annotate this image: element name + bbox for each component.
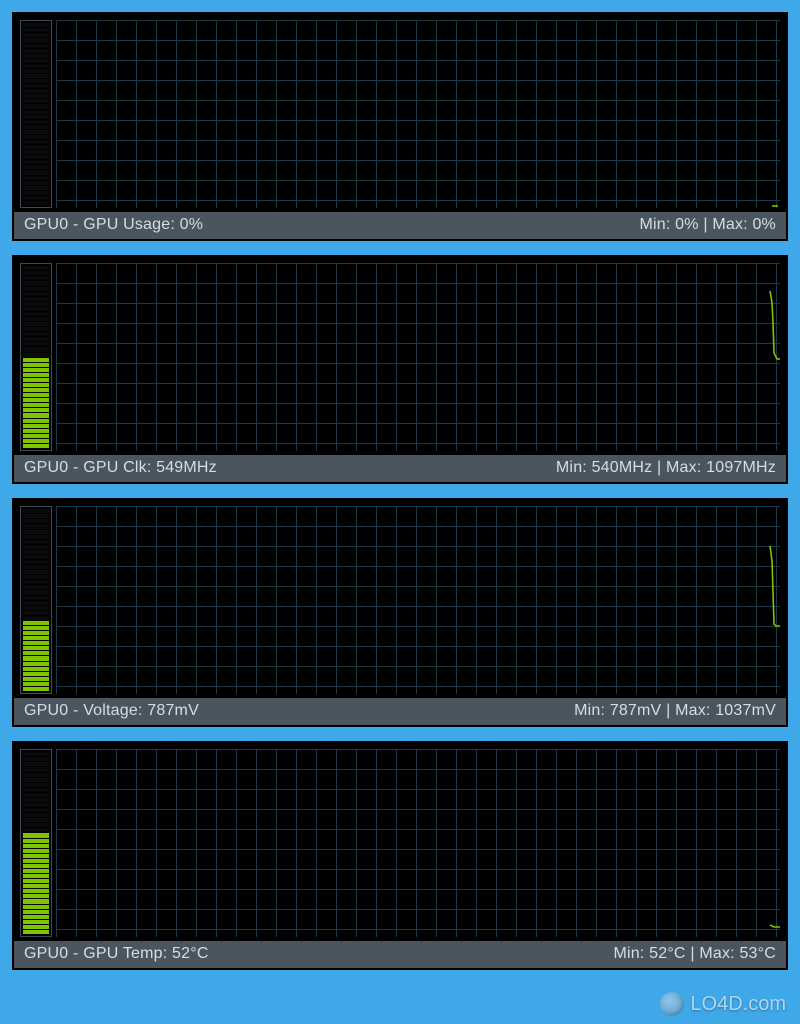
vu-meter: [20, 506, 52, 694]
status-label-right: Min: 0% | Max: 0%: [640, 216, 777, 234]
metric-panel-gpu-usage: GPU0 - GPU Usage: 0% Min: 0% | Max: 0%: [12, 12, 788, 241]
metric-panel-gpu-voltage: GPU0 - Voltage: 787mV Min: 787mV | Max: 1…: [12, 498, 788, 727]
metric-panel-gpu-temp: GPU0 - GPU Temp: 52°C Min: 52°C | Max: 53…: [12, 741, 788, 970]
metric-panel-gpu-clk: GPU0 - GPU Clk: 549MHz Min: 540MHz | Max:…: [12, 255, 788, 484]
status-label-left: GPU0 - GPU Usage: 0%: [24, 216, 203, 234]
graph-trace: [56, 20, 780, 208]
graph-trace: [56, 263, 780, 451]
vu-meter: [20, 20, 52, 208]
status-label-left: GPU0 - Voltage: 787mV: [24, 702, 199, 720]
graph-trace: [56, 506, 780, 694]
watermark-text: LO4D.com: [690, 993, 786, 1016]
vu-meter: [20, 263, 52, 451]
status-label-right: Min: 787mV | Max: 1037mV: [574, 702, 776, 720]
graph-area: [56, 506, 780, 694]
panel-body: [14, 14, 786, 212]
status-bar: GPU0 - GPU Usage: 0% Min: 0% | Max: 0%: [14, 212, 786, 239]
graph-area: [56, 749, 780, 937]
globe-icon: [660, 992, 684, 1016]
panel-body: [14, 257, 786, 455]
status-bar: GPU0 - Voltage: 787mV Min: 787mV | Max: 1…: [14, 698, 786, 725]
status-label-left: GPU0 - GPU Clk: 549MHz: [24, 459, 217, 477]
status-bar: GPU0 - GPU Clk: 549MHz Min: 540MHz | Max:…: [14, 455, 786, 482]
panel-body: [14, 743, 786, 941]
monitor-panel-stack: GPU0 - GPU Usage: 0%Min: 0% | Max: 0%GPU…: [12, 12, 788, 970]
status-label-right: Min: 52°C | Max: 53°C: [613, 945, 776, 963]
graph-trace: [56, 749, 780, 937]
vu-meter: [20, 749, 52, 937]
status-label-left: GPU0 - GPU Temp: 52°C: [24, 945, 209, 963]
watermark: LO4D.com: [660, 992, 786, 1016]
graph-area: [56, 263, 780, 451]
panel-body: [14, 500, 786, 698]
status-bar: GPU0 - GPU Temp: 52°C Min: 52°C | Max: 53…: [14, 941, 786, 968]
status-label-right: Min: 540MHz | Max: 1097MHz: [556, 459, 776, 477]
graph-area: [56, 20, 780, 208]
